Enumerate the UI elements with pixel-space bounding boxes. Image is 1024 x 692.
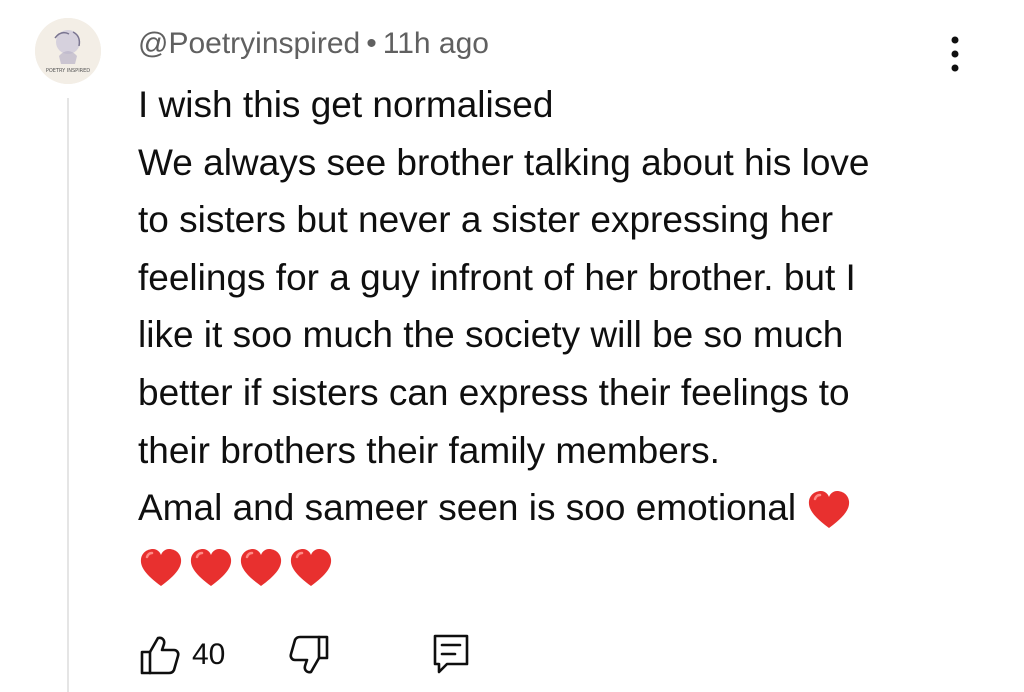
more-vert-icon: [951, 36, 959, 72]
more-options-button[interactable]: [940, 34, 970, 74]
thread-line: [67, 98, 69, 692]
dislike-button[interactable]: [287, 633, 331, 677]
like-button[interactable]: 40: [138, 633, 225, 677]
reply-button[interactable]: [431, 632, 471, 678]
avatar[interactable]: POETRY INSPIRED: [35, 18, 101, 84]
author-name[interactable]: @Poetryinspired: [138, 27, 360, 60]
comment-line: to sisters but never a sister expressing…: [138, 199, 834, 241]
comment-actions: 40: [138, 630, 471, 680]
red-heart-icon: [140, 548, 182, 586]
comment-line: We always see brother talking about his …: [138, 141, 870, 183]
red-heart-icon: [240, 548, 282, 586]
avatar-label: POETRY INSPIRED: [46, 68, 90, 74]
like-count: 40: [192, 638, 226, 671]
comment-line: I wish this get normalised: [138, 84, 554, 125]
comment-reply-icon: [434, 634, 469, 674]
red-heart-icon: [290, 548, 332, 586]
avatar-image: POETRY INSPIRED: [35, 18, 101, 84]
comment-line: better if sisters can express their feel…: [138, 371, 850, 413]
timestamp[interactable]: 11h ago: [383, 27, 489, 60]
comment-line-text: Amal and sameer seen is soo emotional: [138, 487, 797, 529]
separator-dot: •: [366, 27, 377, 60]
comment-line: their brothers their family members.: [138, 429, 720, 471]
thumbs-up-icon: [140, 636, 180, 675]
comment-line: like it soo much the society will be so …: [138, 314, 844, 356]
red-heart-icon: [190, 548, 232, 586]
thumbs-down-icon: [289, 635, 329, 674]
comment-header: @Poetryinspired • 11h ago: [138, 24, 489, 64]
comment-line-last: Amal and sameer seen is soo emotional: [138, 479, 938, 537]
emoji-line: [138, 537, 938, 595]
comment-text: I wish this get normalised We always see…: [138, 76, 938, 594]
comment-line: feelings for a guy infront of her brothe…: [138, 256, 856, 298]
red-heart-icon: [809, 491, 850, 529]
